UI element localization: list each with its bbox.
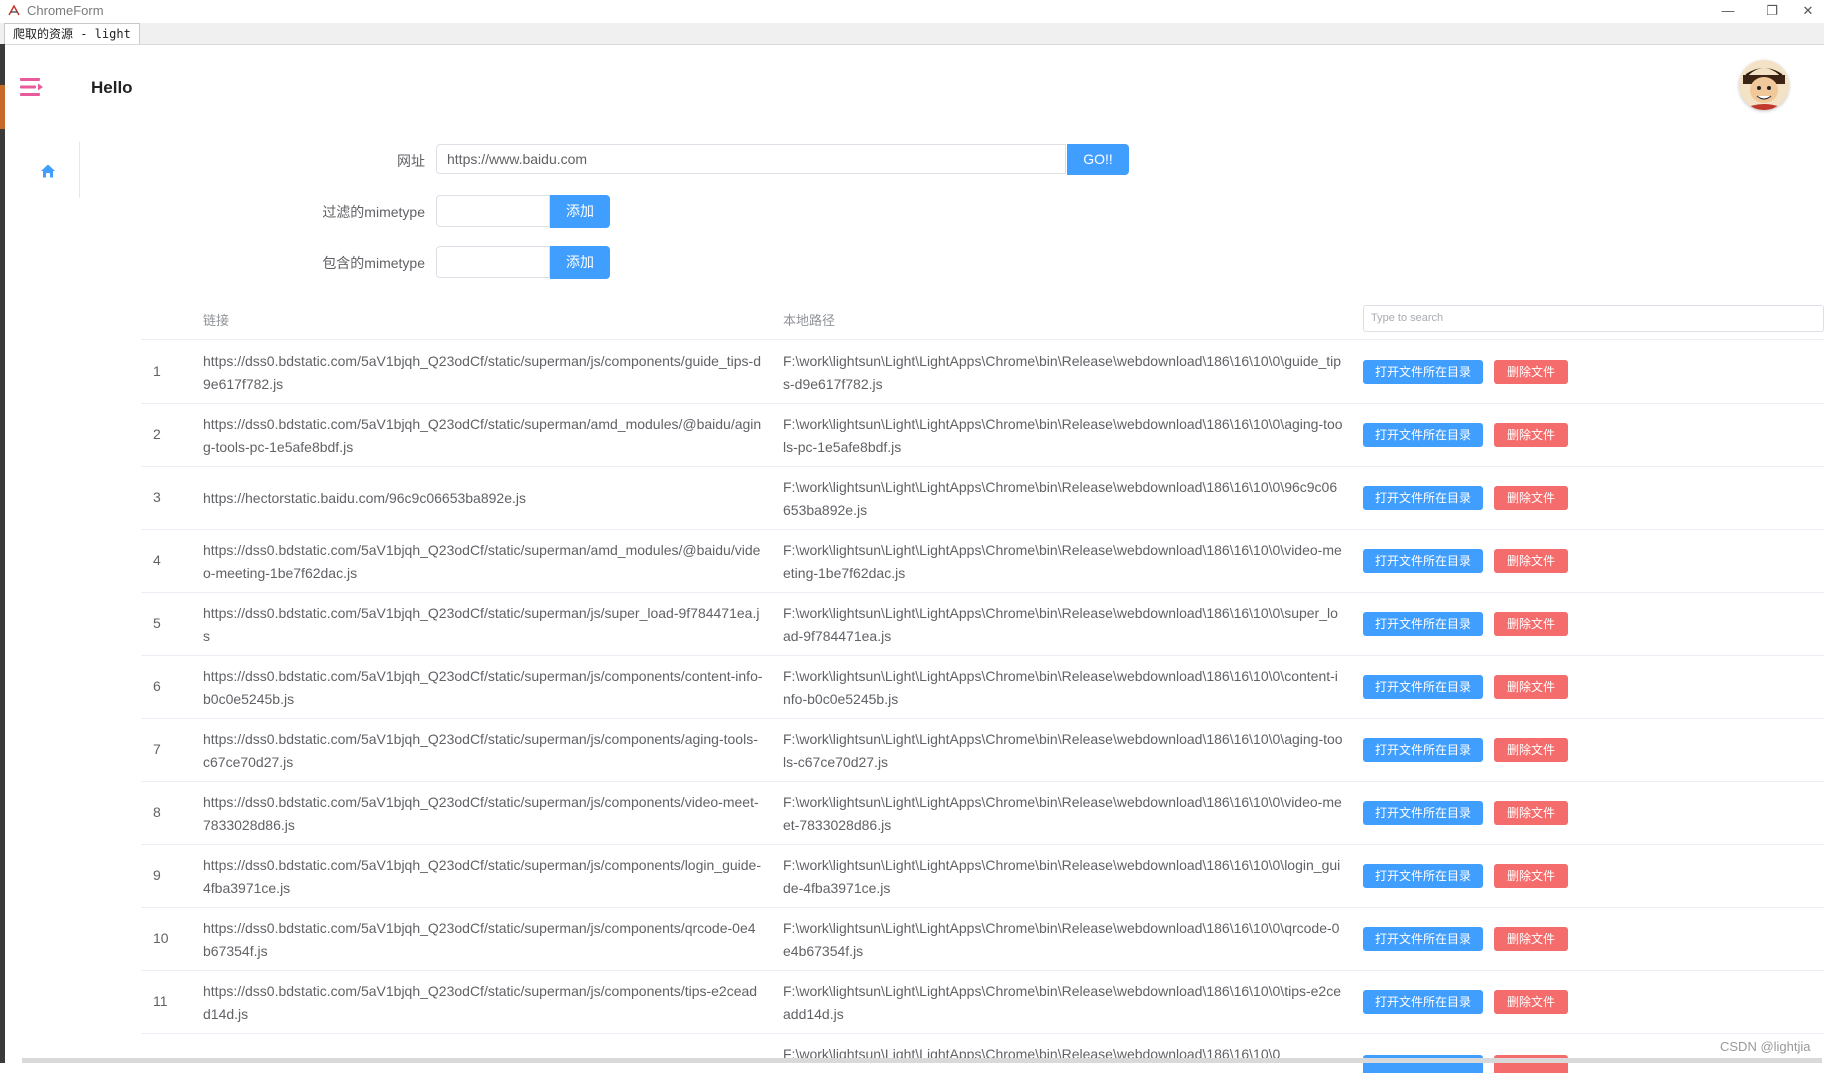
column-header-link: 链接 — [203, 313, 230, 328]
row-index: 3 — [153, 489, 161, 505]
row-local-path: F:\work\lightsun\Light\LightApps\Chrome\… — [783, 416, 1343, 455]
open-folder-button[interactable]: 打开文件所在目录 — [1363, 486, 1483, 510]
page-title: Hello — [91, 78, 133, 97]
delete-file-button[interactable]: 删除文件 — [1494, 864, 1568, 888]
table-row: 5 https://dss0.bdstatic.com/5aV1bjqh_Q23… — [141, 592, 1824, 656]
open-folder-button[interactable]: 打开文件所在目录 — [1363, 738, 1483, 762]
row-link: https://dss0.bdstatic.com/5aV1bjqh_Q23od… — [203, 542, 761, 581]
delete-file-button[interactable]: 删除文件 — [1494, 549, 1568, 573]
row-index: 5 — [153, 615, 161, 631]
row-index: 9 — [153, 867, 161, 883]
filter-mimetype-input[interactable] — [436, 195, 550, 227]
row-local-path: F:\work\lightsun\Light\LightApps\Chrome\… — [783, 794, 1342, 833]
table-row: 9 https://dss0.bdstatic.com/5aV1bjqh_Q23… — [141, 844, 1824, 908]
row-local-path: F:\work\lightsun\Light\LightApps\Chrome\… — [783, 731, 1343, 770]
left-edge-bar — [0, 44, 5, 1063]
url-label: 网址 — [397, 153, 425, 169]
watermark: CSDN @lightjia — [1720, 1039, 1811, 1054]
delete-file-button[interactable]: 删除文件 — [1494, 927, 1568, 951]
delete-file-button[interactable]: 删除文件 — [1494, 486, 1568, 510]
row-link: https://dss0.bdstatic.com/5aV1bjqh_Q23od… — [203, 794, 759, 833]
row-local-path: F:\work\lightsun\Light\LightApps\Chrome\… — [783, 353, 1342, 392]
tab-strip: 爬取的资源 - light — [0, 23, 1824, 45]
table-row-partial: F:\work\lightsun\Light\LightApps\Chrome\… — [141, 1033, 1824, 1073]
row-local-path: F:\work\lightsun\Light\LightApps\Chrome\… — [783, 605, 1338, 644]
app-logo-icon — [8, 4, 20, 16]
row-index: 10 — [153, 930, 169, 946]
minimize-button[interactable]: — — [1706, 0, 1750, 23]
open-folder-button[interactable]: 打开文件所在目录 — [1363, 360, 1483, 384]
close-button[interactable]: ✕ — [1786, 0, 1824, 23]
home-icon[interactable] — [40, 163, 56, 179]
row-link: https://dss0.bdstatic.com/5aV1bjqh_Q23od… — [203, 416, 762, 455]
row-index: 4 — [153, 552, 161, 568]
delete-file-button[interactable]: 删除文件 — [1494, 990, 1568, 1014]
row-local-path: F:\work\lightsun\Light\LightApps\Chrome\… — [783, 983, 1342, 1022]
column-header-local-path: 本地路径 — [783, 313, 836, 328]
table-search-input[interactable]: Type to search — [1363, 305, 1824, 332]
left-edge-accent — [0, 85, 5, 129]
delete-file-button[interactable]: 删除文件 — [1494, 675, 1568, 699]
url-input[interactable]: https://www.baidu.com — [436, 144, 1066, 174]
row-index: 7 — [153, 741, 161, 757]
table-row: 4 https://dss0.bdstatic.com/5aV1bjqh_Q23… — [141, 529, 1824, 593]
row-index: 2 — [153, 426, 161, 442]
filter-mimetype-add-button[interactable]: 添加 — [550, 195, 610, 228]
row-index: 6 — [153, 678, 161, 694]
open-folder-button[interactable]: 打开文件所在目录 — [1363, 549, 1483, 573]
row-link: https://hectorstatic.baidu.com/96c9c0665… — [203, 490, 526, 506]
open-folder-button[interactable]: 打开文件所在目录 — [1363, 927, 1483, 951]
avatar-image — [1739, 60, 1789, 110]
open-folder-button[interactable]: 打开文件所在目录 — [1363, 801, 1483, 825]
row-local-path: F:\work\lightsun\Light\LightApps\Chrome\… — [783, 542, 1342, 581]
row-link: https://dss0.bdstatic.com/5aV1bjqh_Q23od… — [203, 731, 758, 770]
menu-icon[interactable] — [20, 77, 44, 97]
tab-crawled-resources[interactable]: 爬取的资源 - light — [4, 23, 140, 44]
go-button[interactable]: GO!! — [1067, 144, 1129, 175]
include-mimetype-add-button[interactable]: 添加 — [550, 246, 610, 279]
window-titlebar: ChromeForm — ❐ ✕ — [0, 0, 1824, 24]
open-folder-button[interactable]: 打开文件所在目录 — [1363, 423, 1483, 447]
row-link: https://dss0.bdstatic.com/5aV1bjqh_Q23od… — [203, 857, 761, 896]
include-mimetype-label: 包含的mimetype — [322, 255, 425, 271]
row-local-path: F:\work\lightsun\Light\LightApps\Chrome\… — [783, 668, 1338, 707]
row-index: 1 — [153, 363, 161, 379]
delete-file-button[interactable]: 删除文件 — [1494, 612, 1568, 636]
row-link: https://dss0.bdstatic.com/5aV1bjqh_Q23od… — [203, 920, 756, 959]
sidebar-divider — [79, 142, 80, 198]
row-local-path: F:\work\lightsun\Light\LightApps\Chrome\… — [783, 857, 1341, 896]
table-row: 2 https://dss0.bdstatic.com/5aV1bjqh_Q23… — [141, 403, 1824, 467]
window-title: ChromeForm — [27, 3, 104, 18]
row-index: 11 — [153, 993, 168, 1009]
avatar[interactable] — [1739, 60, 1789, 110]
table-row: 8 https://dss0.bdstatic.com/5aV1bjqh_Q23… — [141, 781, 1824, 845]
open-folder-button[interactable]: 打开文件所在目录 — [1363, 612, 1483, 636]
delete-file-button[interactable]: 删除文件 — [1494, 423, 1568, 447]
table-row: 6 https://dss0.bdstatic.com/5aV1bjqh_Q23… — [141, 655, 1824, 719]
table-row: 3 https://hectorstatic.baidu.com/96c9c06… — [141, 466, 1824, 530]
table-row: 1 https://dss0.bdstatic.com/5aV1bjqh_Q23… — [141, 340, 1824, 404]
row-link: https://dss0.bdstatic.com/5aV1bjqh_Q23od… — [203, 668, 763, 707]
open-folder-button[interactable]: 打开文件所在目录 — [1363, 990, 1483, 1014]
row-link: https://dss0.bdstatic.com/5aV1bjqh_Q23od… — [203, 353, 761, 392]
row-local-path: F:\work\lightsun\Light\LightApps\Chrome\… — [783, 920, 1340, 959]
open-folder-button[interactable]: 打开文件所在目录 — [1363, 675, 1483, 699]
include-mimetype-input[interactable] — [436, 246, 550, 278]
table-row: 10 https://dss0.bdstatic.com/5aV1bjqh_Q2… — [141, 907, 1824, 971]
table-row: 11 https://dss0.bdstatic.com/5aV1bjqh_Q2… — [141, 970, 1824, 1034]
row-link: https://dss0.bdstatic.com/5aV1bjqh_Q23od… — [203, 983, 758, 1022]
delete-file-button[interactable]: 删除文件 — [1494, 738, 1568, 762]
filter-mimetype-label: 过滤的mimetype — [322, 204, 425, 220]
delete-file-button[interactable]: 删除文件 — [1494, 801, 1568, 825]
open-folder-button[interactable]: 打开文件所在目录 — [1363, 864, 1483, 888]
row-link: https://dss0.bdstatic.com/5aV1bjqh_Q23od… — [203, 605, 760, 644]
row-index: 8 — [153, 804, 161, 820]
delete-file-button[interactable]: 删除文件 — [1494, 360, 1568, 384]
row-local-path: F:\work\lightsun\Light\LightApps\Chrome\… — [783, 479, 1338, 518]
horizontal-scrollbar[interactable] — [22, 1058, 1822, 1063]
table-row: 7 https://dss0.bdstatic.com/5aV1bjqh_Q23… — [141, 718, 1824, 782]
